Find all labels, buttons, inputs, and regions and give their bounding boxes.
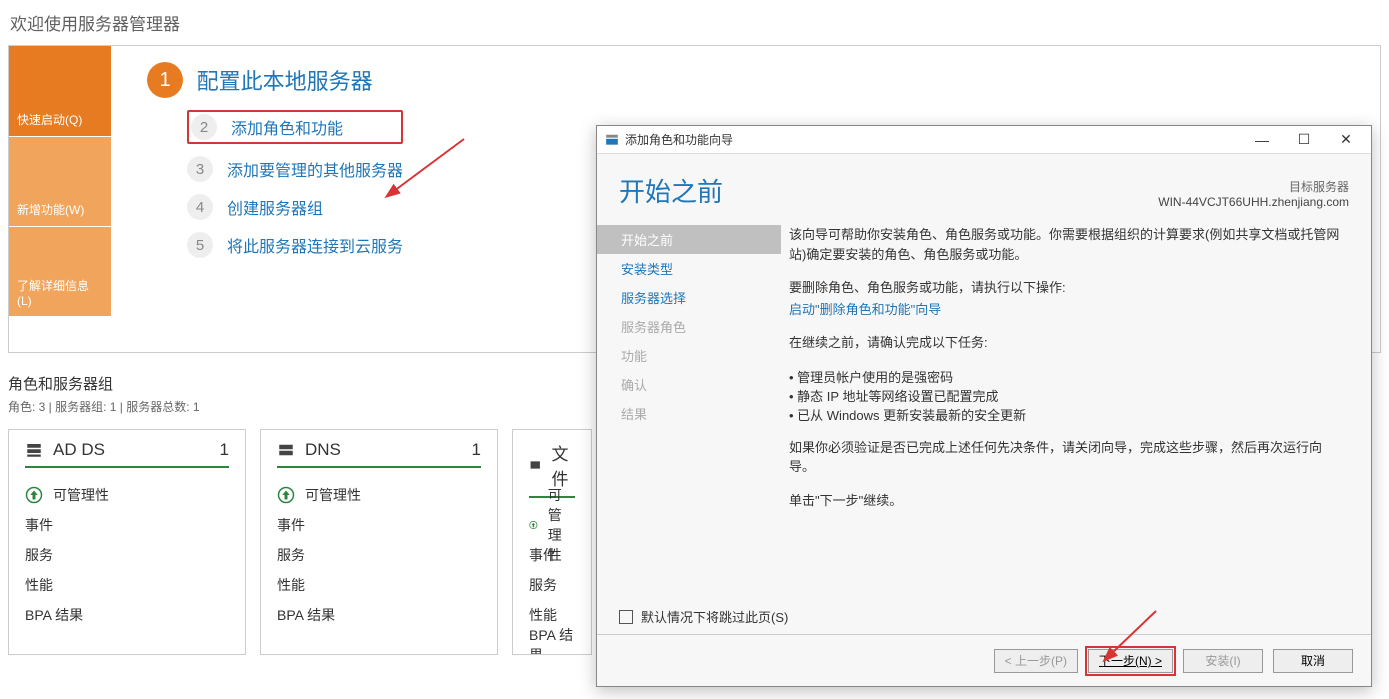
- role-line-bpa: BPA 结果: [25, 605, 83, 625]
- step-4-badge: 4: [187, 194, 213, 220]
- add-roles-wizard-dialog: 添加角色和功能向导 — ☐ ✕ 开始之前 目标服务器 WIN-44VCJT66U…: [596, 125, 1372, 687]
- wizard-p2a: 要删除角色、角色服务或功能，请执行以下操作:: [789, 278, 1347, 298]
- role-line-bpa: BPA 结果: [529, 625, 575, 655]
- role-line-perf: 性能: [529, 605, 557, 625]
- role-line-services: 服务: [529, 575, 557, 595]
- tile-learnmore[interactable]: 了解详细信息(L): [9, 226, 111, 316]
- wizard-target-server: WIN-44VCJT66UHH.zhenjiang.com: [1158, 195, 1349, 209]
- nav-before-you-begin[interactable]: 开始之前: [597, 225, 781, 254]
- role-line-perf: 性能: [277, 575, 305, 595]
- wizard-titlebar[interactable]: 添加角色和功能向导 — ☐ ✕: [597, 126, 1371, 154]
- wizard-target: 目标服务器 WIN-44VCJT66UHH.zhenjiang.com: [1158, 178, 1349, 209]
- role-tile-files[interactable]: 文件 可管理性 事件 服务 性能 BPA 结果: [512, 429, 592, 655]
- role-name: AD DS: [53, 440, 105, 460]
- step-1-row: 1 配置此本地服务器: [147, 62, 403, 98]
- wizard-li2: 静态 IP 地址等网络设置已配置完成: [789, 386, 1347, 405]
- up-arrow-icon: [277, 486, 295, 504]
- role-line-manage: 可管理性: [53, 485, 109, 505]
- wizard-app-icon: [605, 133, 619, 147]
- step-3-badge: 3: [187, 156, 213, 182]
- tile-quickstart[interactable]: 快速启动(Q): [9, 46, 111, 136]
- wizard-heading: 开始之前: [619, 172, 723, 209]
- step-4-create-group[interactable]: 4 创建服务器组: [187, 194, 403, 220]
- minimize-button[interactable]: —: [1241, 128, 1283, 152]
- wizard-target-label: 目标服务器: [1158, 178, 1349, 195]
- remove-roles-link[interactable]: 启动"删除角色和功能"向导: [789, 302, 941, 317]
- install-button: 安装(I): [1183, 649, 1263, 673]
- wizard-content: 该向导可帮助你安装角色、角色服务或功能。你需要根据组织的计算要求(例如共享文档或…: [781, 209, 1371, 699]
- step-3-label: 添加要管理的其他服务器: [227, 157, 403, 181]
- role-tile-dns[interactable]: DNS 1 可管理性 事件 服务 性能 BPA 结果: [260, 429, 498, 655]
- skip-checkbox-row[interactable]: 默认情况下将跳过此页(S): [619, 607, 788, 626]
- wizard-p3: 在继续之前，请确认完成以下任务:: [789, 333, 1347, 353]
- nav-server-roles: 服务器角色: [597, 312, 781, 341]
- wizard-li1: 管理员帐户使用的是强密码: [789, 367, 1347, 386]
- role-tile-adds[interactable]: AD DS 1 可管理性 事件 服务 性能 BPA 结果: [8, 429, 246, 655]
- step-2-add-roles[interactable]: 2 添加角色和功能: [187, 110, 403, 144]
- step-5-label: 将此服务器连接到云服务: [227, 233, 403, 257]
- wizard-p5: 单击"下一步"继续。: [789, 491, 1347, 511]
- role-count: 1: [220, 440, 229, 460]
- role-line-events: 事件: [25, 515, 53, 535]
- cancel-button[interactable]: 取消: [1273, 649, 1353, 673]
- tile-whatsnew[interactable]: 新增功能(W): [9, 136, 111, 226]
- dns-icon: [277, 441, 295, 459]
- files-icon: [529, 456, 541, 474]
- wizard-p4: 如果你必须验证是否已完成上述任何先决条件，请关闭向导，完成这些步骤，然后再次运行…: [789, 438, 1347, 477]
- wizard-p1: 该向导可帮助你安装角色、角色服务或功能。你需要根据组织的计算要求(例如共享文档或…: [789, 225, 1347, 264]
- skip-label: 默认情况下将跳过此页(S): [641, 607, 788, 626]
- step-1-title[interactable]: 配置此本地服务器: [197, 69, 373, 94]
- step-4-label: 创建服务器组: [227, 195, 323, 219]
- nav-server-selection[interactable]: 服务器选择: [597, 283, 781, 312]
- maximize-button[interactable]: ☐: [1283, 128, 1325, 152]
- next-button-label: 下一步(N) >: [1099, 652, 1162, 669]
- role-line-events: 事件: [277, 515, 305, 535]
- adds-icon: [25, 441, 43, 459]
- step-5-cloud[interactable]: 5 将此服务器连接到云服务: [187, 232, 403, 258]
- role-line-manage: 可管理性: [305, 485, 361, 505]
- wizard-li3: 已从 Windows 更新安装最新的安全更新: [789, 405, 1347, 424]
- step-2-label: 添加角色和功能: [231, 115, 343, 139]
- up-arrow-icon: [529, 516, 538, 534]
- wizard-title: 添加角色和功能向导: [625, 131, 733, 148]
- role-name: DNS: [305, 440, 341, 460]
- role-line-events: 事件: [529, 545, 557, 565]
- role-line-services: 服务: [25, 545, 53, 565]
- nav-install-type[interactable]: 安装类型: [597, 254, 781, 283]
- nav-features: 功能: [597, 341, 781, 370]
- role-count: 1: [472, 440, 481, 460]
- step-1-badge: 1: [147, 62, 183, 98]
- role-name: 文件: [551, 440, 575, 490]
- welcome-heading: 欢迎使用服务器管理器: [0, 0, 1389, 45]
- wizard-footer: < 上一步(P) 下一步(N) > 安装(I) 取消: [597, 634, 1371, 686]
- nav-confirm: 确认: [597, 370, 781, 399]
- step-5-badge: 5: [187, 232, 213, 258]
- prev-button: < 上一步(P): [994, 649, 1078, 673]
- role-line-perf: 性能: [25, 575, 53, 595]
- role-line-services: 服务: [277, 545, 305, 565]
- next-button[interactable]: 下一步(N) >: [1088, 649, 1173, 673]
- close-button[interactable]: ✕: [1325, 128, 1367, 152]
- step-2-badge: 2: [191, 114, 217, 140]
- skip-checkbox[interactable]: [619, 610, 633, 624]
- nav-results: 结果: [597, 399, 781, 428]
- step-3-add-servers[interactable]: 3 添加要管理的其他服务器: [187, 156, 403, 182]
- role-line-bpa: BPA 结果: [277, 605, 335, 625]
- up-arrow-icon: [25, 486, 43, 504]
